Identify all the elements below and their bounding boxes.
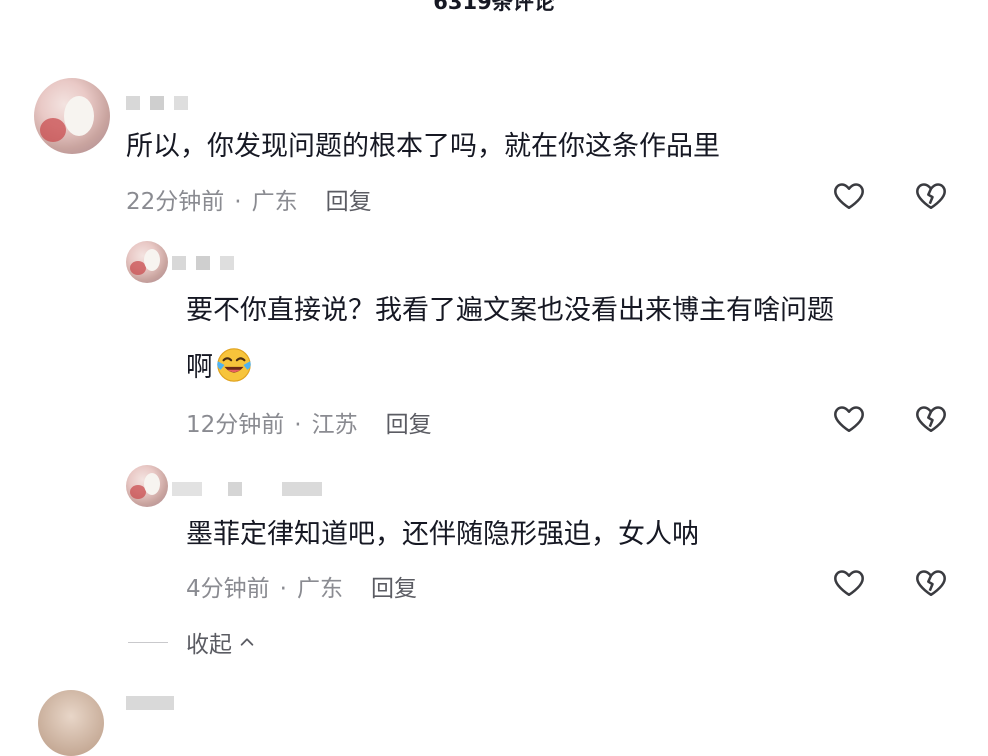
- username-redacted[interactable]: [172, 256, 234, 270]
- comment-text: 所以，你发现问题的根本了吗，就在你这条作品里: [126, 131, 720, 162]
- comment-location: 江苏: [311, 412, 358, 438]
- comment-text-continued: 啊: [186, 346, 253, 389]
- collapse-label[interactable]: 收起: [186, 625, 232, 659]
- username-redacted[interactable]: [126, 96, 188, 110]
- broken-heart-icon[interactable]: [913, 564, 949, 600]
- comment-text-tail: 啊: [186, 352, 213, 383]
- heart-outline-icon[interactable]: [831, 564, 867, 600]
- avatar[interactable]: [126, 465, 168, 507]
- comment-time: 22分钟前: [126, 189, 225, 215]
- separator-dot: ·: [294, 412, 302, 438]
- comment-meta: 4分钟前 · 广东 回复: [186, 569, 417, 603]
- collapse-replies-button[interactable]: 收起: [128, 624, 256, 660]
- comment-text: 墨菲定律知道吧，还伴随隐形强迫，女人呐: [186, 519, 699, 550]
- chevron-up-icon[interactable]: [238, 633, 256, 651]
- avatar[interactable]: [38, 690, 104, 756]
- reply-button[interactable]: 回复: [371, 576, 417, 602]
- reply-button[interactable]: 回复: [386, 412, 432, 438]
- laughing-crying-emoji: [217, 348, 251, 382]
- comment-count-title: 6319条评论: [433, 0, 555, 14]
- comment-location: 广东: [251, 189, 298, 215]
- separator-dot: ·: [234, 189, 242, 215]
- username-redacted[interactable]: [126, 696, 174, 710]
- comment-time: 12分钟前: [186, 412, 285, 438]
- comment-time: 4分钟前: [186, 576, 270, 602]
- divider-line: [128, 641, 168, 643]
- heart-outline-icon[interactable]: [831, 177, 867, 213]
- broken-heart-icon[interactable]: [913, 177, 949, 213]
- avatar[interactable]: [126, 241, 168, 283]
- avatar[interactable]: [34, 78, 110, 154]
- comment-location: 广东: [296, 576, 343, 602]
- comment-meta: 22分钟前 · 广东 回复: [126, 182, 372, 216]
- comment-text: 要不你直接说？我看了遍文案也没看出来博主有啥问题: [186, 295, 834, 326]
- broken-heart-icon[interactable]: [913, 400, 949, 436]
- comment-meta: 12分钟前 · 江苏 回复: [186, 405, 432, 439]
- separator-dot: ·: [279, 576, 287, 602]
- reply-button[interactable]: 回复: [326, 189, 372, 215]
- heart-outline-icon[interactable]: [831, 400, 867, 436]
- username-redacted[interactable]: [172, 482, 322, 496]
